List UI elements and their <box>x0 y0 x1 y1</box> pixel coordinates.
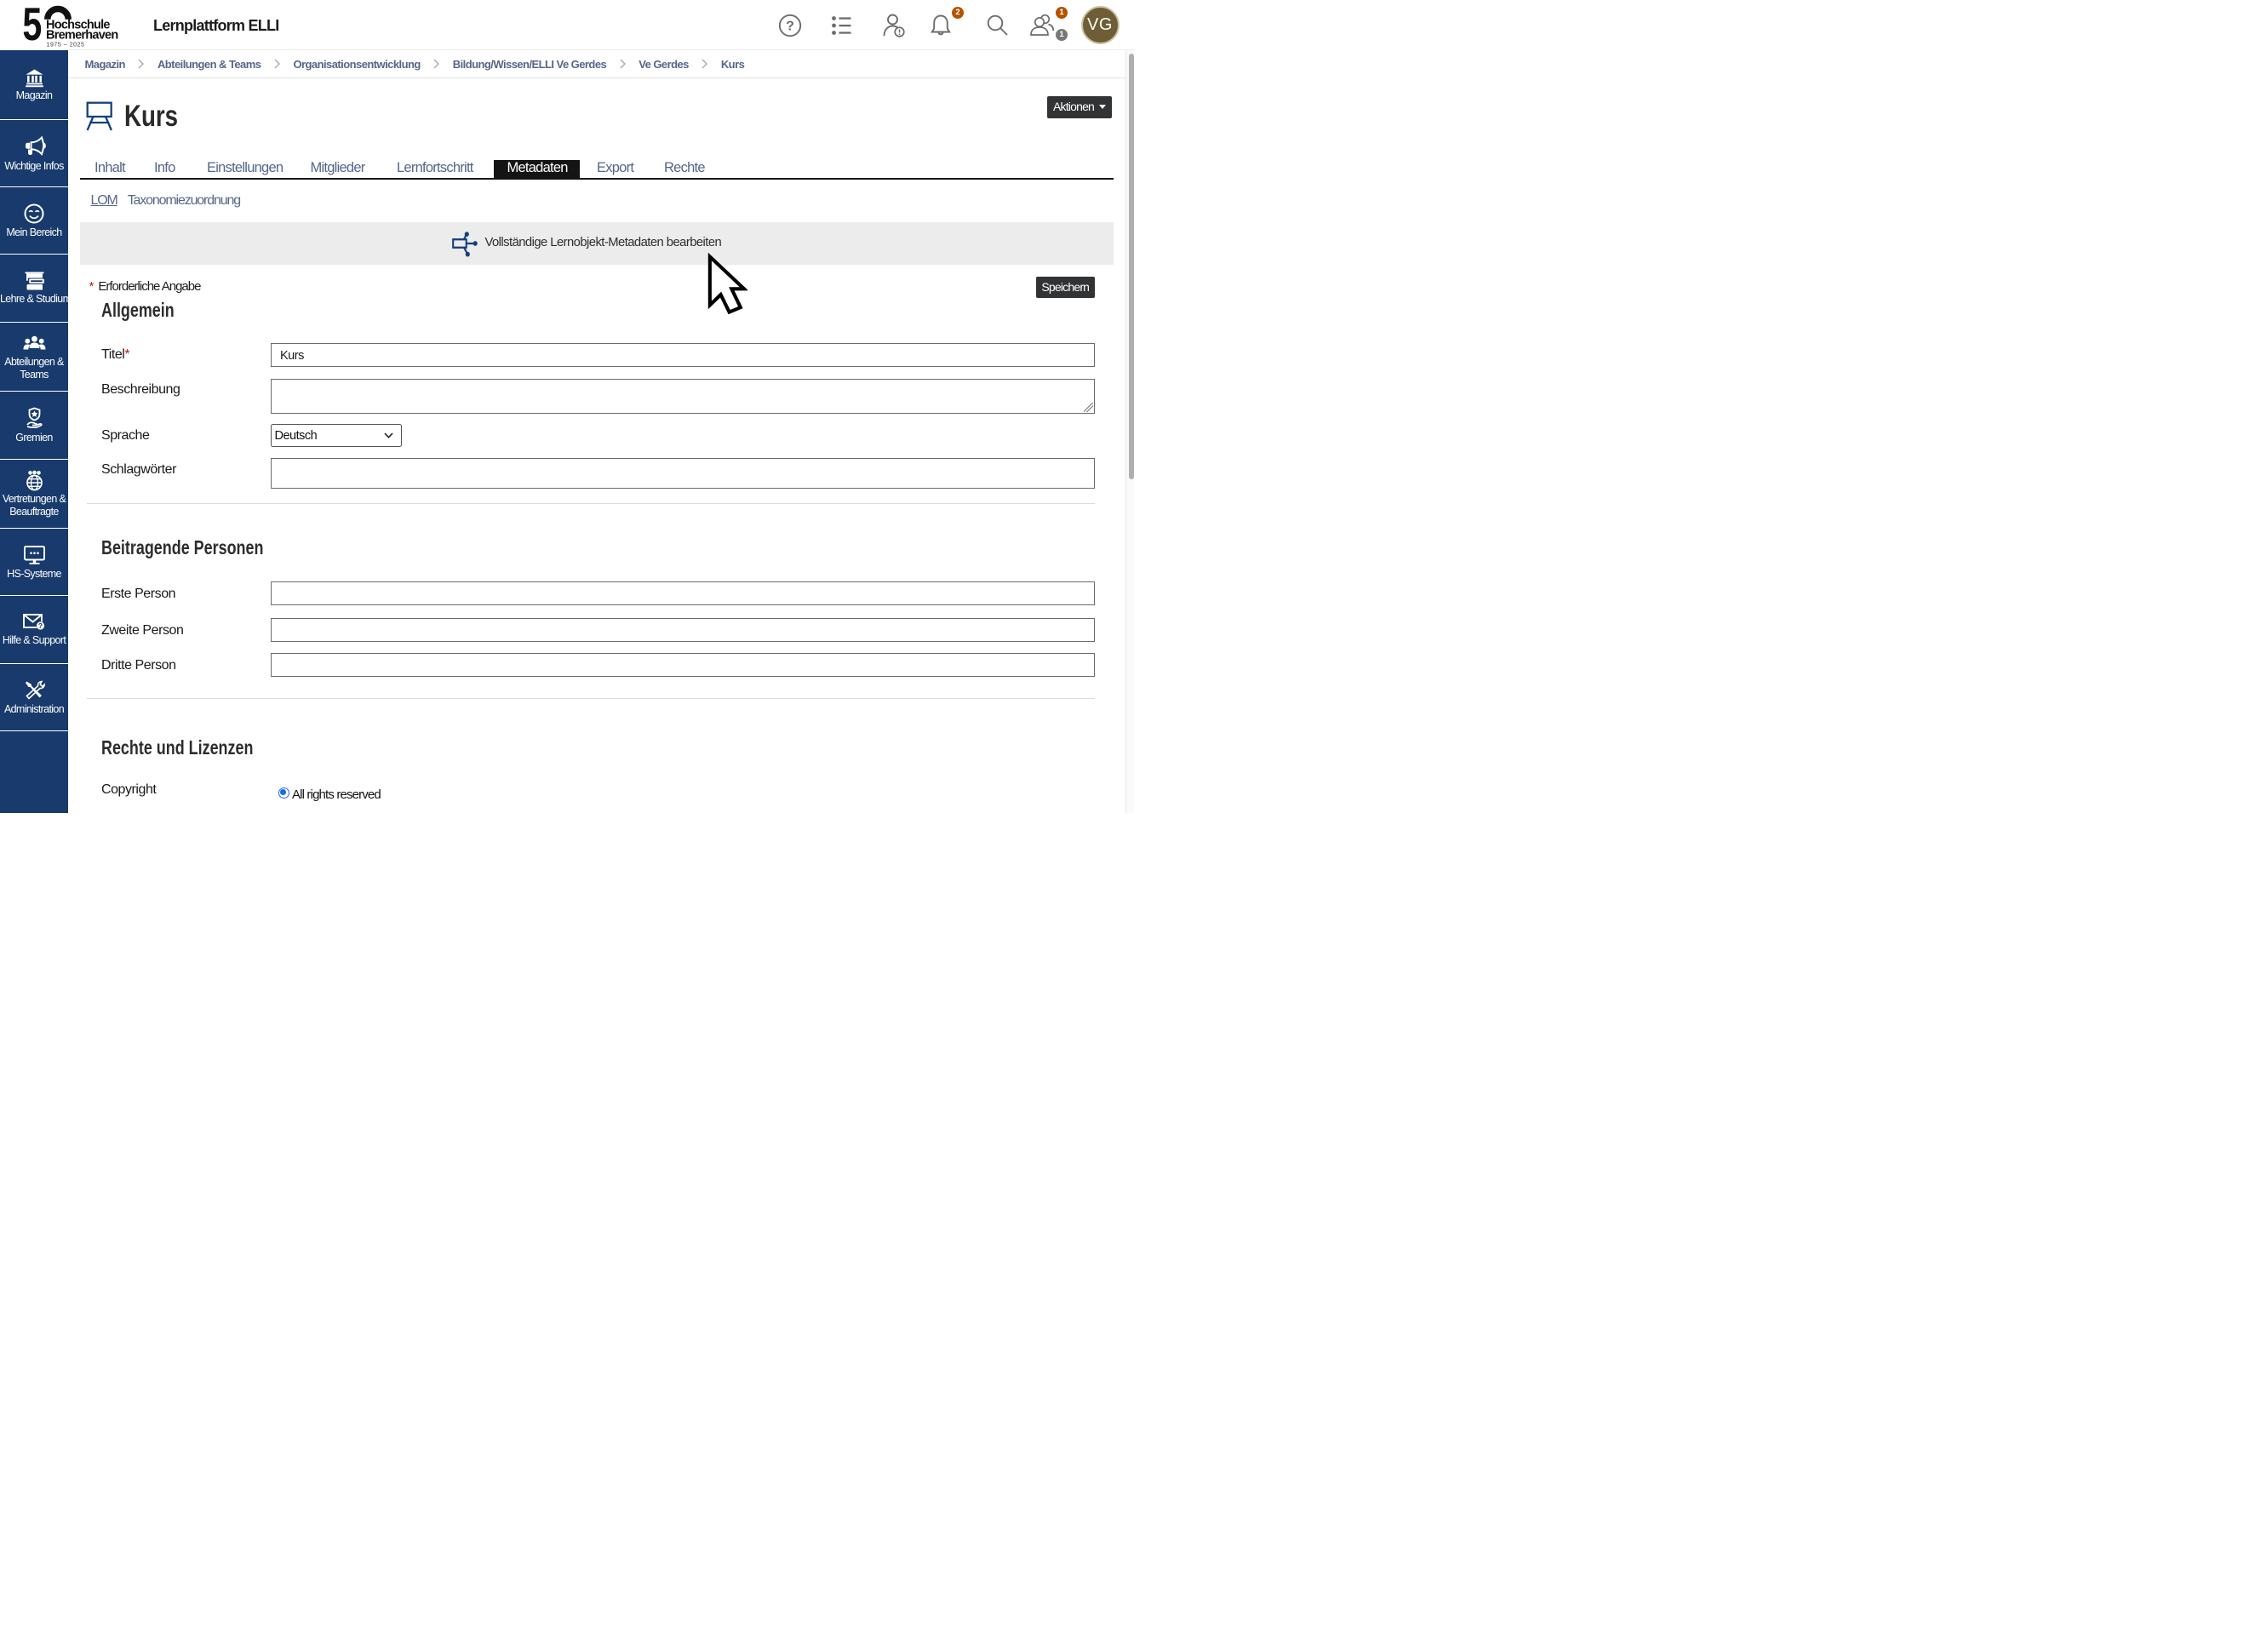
svg-text:1975 – 2025: 1975 – 2025 <box>47 42 85 48</box>
svg-text:5: 5 <box>22 5 42 49</box>
svg-text:Bremerhaven: Bremerhaven <box>46 28 117 42</box>
svg-text:?: ? <box>38 621 43 630</box>
svg-text:?: ? <box>786 20 794 34</box>
